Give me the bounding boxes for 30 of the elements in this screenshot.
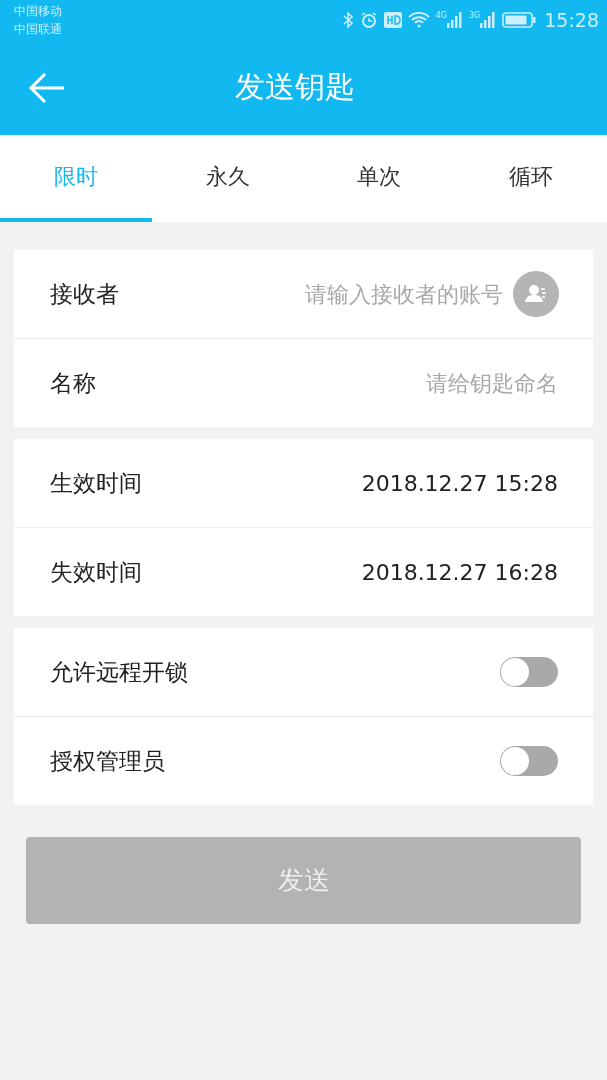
date-time-value[interactable]: 2018.12.27 15:28 — [361, 470, 558, 496]
date-time-value[interactable]: 2018.12.27 16:28 — [361, 559, 558, 585]
network-label: 3G — [468, 12, 481, 20]
alarm-icon — [359, 11, 378, 29]
battery-icon — [502, 12, 537, 28]
page-title: 发送钥匙 — [235, 68, 355, 106]
row-label: 名称 — [50, 368, 96, 398]
row-label: 失效时间 — [50, 557, 142, 587]
contact-icon[interactable] — [513, 271, 559, 317]
clock-time: 15:28 — [544, 9, 599, 31]
bluetooth-icon — [341, 11, 354, 29]
carrier-name: 中国移动 — [14, 3, 62, 20]
signal-icon — [480, 12, 497, 28]
wifi-icon — [407, 12, 430, 28]
hd-icon — [383, 12, 402, 28]
network-label: 4G — [435, 12, 447, 20]
input-field[interactable]: 请输入接收者的账号 — [119, 281, 503, 307]
toggle-switch[interactable] — [500, 746, 558, 776]
row-label: 生效时间 — [50, 468, 142, 498]
signal-icon — [446, 12, 463, 28]
toggle-switch[interactable] — [500, 657, 558, 687]
carrier-name: 中国联通 — [14, 21, 62, 38]
row-label: 授权管理员 — [50, 746, 165, 776]
row-label: 接收者 — [50, 279, 119, 309]
tab[interactable]: 永久 — [151, 135, 304, 222]
tab[interactable]: 循环 — [455, 135, 607, 222]
row-label: 允许远程开锁 — [50, 657, 188, 687]
tab[interactable]: 单次 — [303, 135, 456, 222]
back-arrow-icon[interactable] — [28, 71, 66, 104]
input-field[interactable]: 请给钥匙命名 — [96, 370, 558, 396]
